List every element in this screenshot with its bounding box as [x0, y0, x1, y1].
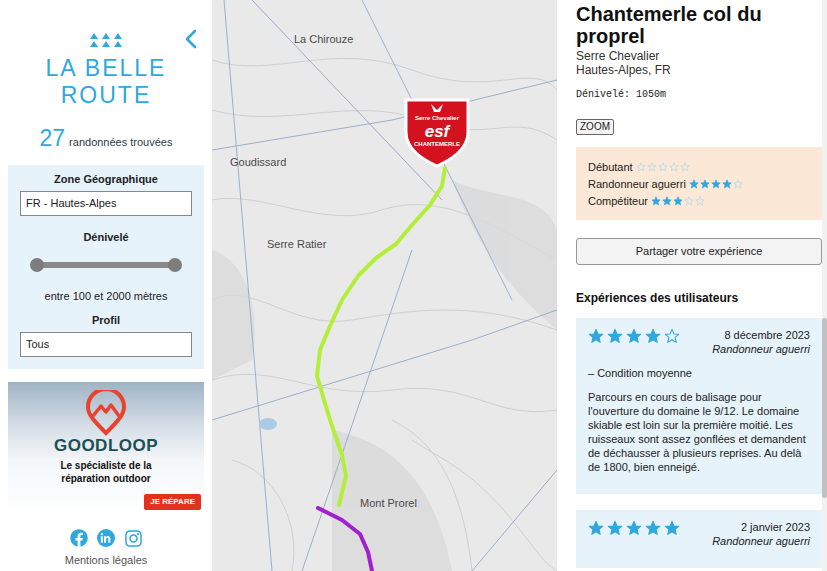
- star-filled-icon: [700, 179, 710, 189]
- map-label: Serre Ratier: [267, 236, 326, 253]
- zoom-button[interactable]: ZOOM: [576, 119, 614, 135]
- star-filled-icon: [651, 196, 661, 206]
- review-card: 8 décembre 2023Randonneur aguerri – Condi…: [576, 318, 822, 494]
- esf-marker-icon[interactable]: Serre ChevalieresfCHANTEMERLE: [402, 96, 472, 168]
- slider-handle-high[interactable]: [168, 258, 182, 272]
- map-label: Mont Prorel: [360, 495, 417, 512]
- logo-peaks-icon: [88, 32, 124, 48]
- review-condition: – Condition moyenne: [588, 366, 810, 380]
- review-date: 2 janvier 2023: [741, 520, 810, 534]
- star-empty-icon: [669, 162, 679, 172]
- star-empty-icon: [636, 162, 646, 172]
- star-rating: [636, 162, 690, 172]
- star-empty-icon: [733, 179, 743, 189]
- ad-tagline: Le spécialiste de la réparation outdoor: [51, 459, 161, 485]
- elevation-reading: entre 100 et 2000 mètres: [45, 289, 168, 303]
- instagram-icon[interactable]: [124, 529, 143, 548]
- profile-select[interactable]: Tous: [20, 332, 192, 357]
- star-filled-icon: [711, 179, 721, 189]
- review-profile: Randonneur aguerri: [712, 342, 810, 356]
- profile-ratings: Débutant Randonneur aguerri Compétiteur: [576, 147, 822, 220]
- star-empty-icon: [684, 196, 694, 206]
- terrain-icon: [212, 0, 557, 571]
- profile-rating-row: Compétiteur: [588, 194, 810, 208]
- scrollbar[interactable]: [822, 0, 827, 571]
- star-rating: [588, 328, 680, 344]
- star-filled-icon: [722, 179, 732, 189]
- star-rating: [588, 520, 680, 536]
- star-filled-icon: [673, 196, 683, 206]
- star-filled-icon: [588, 328, 604, 344]
- legal-link[interactable]: Mentions légales: [65, 552, 148, 569]
- slider-handle-low[interactable]: [30, 258, 44, 272]
- star-filled-icon: [689, 179, 699, 189]
- star-empty-icon: [695, 196, 705, 206]
- star-empty-icon: [647, 162, 657, 172]
- lake: [259, 418, 277, 430]
- elevation-slider[interactable]: [30, 258, 182, 272]
- star-filled-icon: [645, 328, 661, 344]
- profile-label: Profil: [92, 313, 120, 327]
- marker-bottom-text: CHANTEMERLE: [414, 141, 460, 147]
- star-filled-icon: [662, 196, 672, 206]
- marker-top-text: Serre Chevalier: [415, 115, 460, 121]
- star-rating: [651, 196, 705, 206]
- map-label: La Chirouze: [294, 31, 353, 48]
- facebook-icon[interactable]: [70, 529, 88, 547]
- linkedin-icon[interactable]: [97, 529, 115, 547]
- route-title: Chantemerle col du proprel: [576, 3, 808, 47]
- star-filled-icon: [588, 520, 604, 536]
- elevation-label: Dénivelé: [83, 230, 128, 244]
- social-links: [70, 529, 143, 548]
- review-profile: Randonneur aguerri: [712, 534, 810, 548]
- review-card: 2 janvier 2023Randonneur aguerri: [576, 510, 822, 568]
- zone-label: Zone Géographique: [54, 172, 158, 186]
- app: LA BELLEROUTE 27randonnées trouvées Zone G…: [0, 0, 827, 571]
- star-empty-icon: [658, 162, 668, 172]
- review-date: 8 décembre 2023: [724, 328, 810, 342]
- route-line[interactable]: [317, 168, 445, 505]
- back-chevron-icon[interactable]: [184, 29, 198, 49]
- ad-banner[interactable]: GOODLOOP Le spécialiste de la réparation …: [8, 382, 204, 514]
- review-text: Parcours en cours de balisage pour l'ouv…: [588, 390, 810, 474]
- marker-brand-text: esf: [425, 122, 452, 141]
- star-empty-icon: [664, 328, 680, 344]
- star-filled-icon: [626, 520, 642, 536]
- results-count: 27randonnées trouvées: [40, 121, 173, 156]
- star-filled-icon: [626, 328, 642, 344]
- route-area: Serre Chevalier: [576, 49, 822, 63]
- route-region: Hautes-Alpes, FR: [576, 63, 822, 77]
- star-filled-icon: [645, 520, 661, 536]
- profile-rating-row: Débutant: [588, 160, 810, 174]
- star-filled-icon: [607, 520, 623, 536]
- ad-logo-icon: [83, 390, 129, 436]
- zone-select[interactable]: FR - Hautes-Alpes: [20, 191, 192, 216]
- star-empty-icon: [680, 162, 690, 172]
- star-filled-icon: [664, 520, 680, 536]
- filter-panel: Zone Géographique FR - Hautes-Alpes Dénive…: [8, 165, 204, 369]
- ad-button[interactable]: JE RÉPARE: [144, 494, 201, 510]
- star-rating: [689, 179, 743, 189]
- logo-text: LA BELLEROUTE: [46, 55, 167, 109]
- sidebar: LA BELLEROUTE 27randonnées trouvées Zone G…: [0, 0, 212, 571]
- detail-panel: Chantemerle col du proprel Serre Chevalie…: [557, 0, 827, 571]
- map[interactable]: La Chirouze Goudissard Serre Ratier Mont Pr…: [212, 0, 557, 571]
- share-button[interactable]: Partager votre expérience: [576, 238, 822, 265]
- profile-rating-row: Randonneur aguerri: [588, 177, 810, 191]
- ad-brand: GOODLOOP: [54, 436, 158, 456]
- route-line[interactable]: [318, 508, 372, 571]
- route-elevation: Dénivelé: 1050m: [576, 89, 822, 101]
- star-filled-icon: [607, 328, 623, 344]
- map-label: Goudissard: [230, 154, 286, 171]
- reviews-title: Expériences des utilisateurs: [576, 290, 822, 306]
- reviews-list: 8 décembre 2023Randonneur aguerri– Condi…: [576, 318, 822, 568]
